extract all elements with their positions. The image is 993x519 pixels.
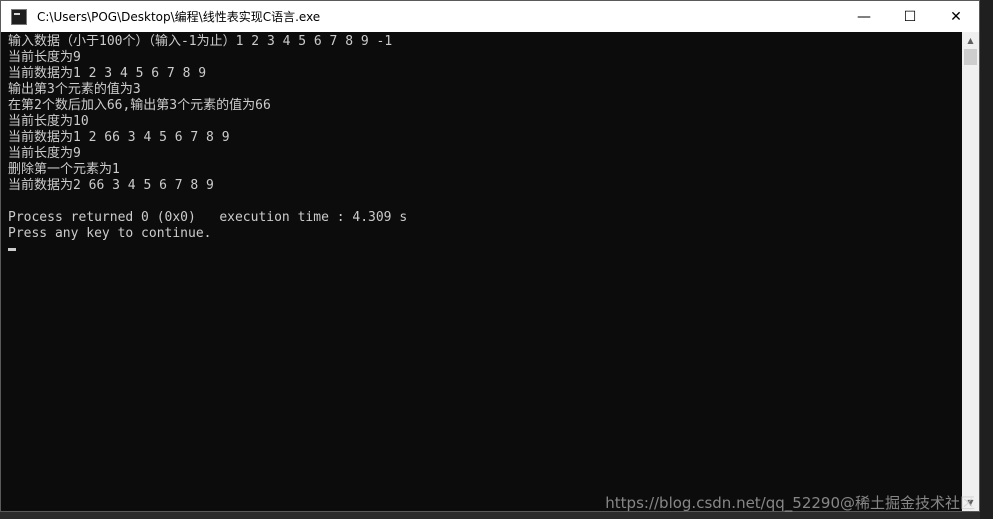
minimize-button[interactable]: — — [841, 1, 887, 32]
console-line: 当前长度为10 — [8, 114, 89, 129]
console-output: 输入数据（小于100个）（输入-1为止）1 2 3 4 5 6 7 8 9 -1… — [1, 32, 964, 258]
console-line: 在第2个数后加入66,输出第3个元素的值为66 — [8, 98, 271, 113]
console-line: 输入数据（小于100个）（输入-1为止）1 2 3 4 5 6 7 8 9 -1 — [8, 34, 393, 49]
text-cursor — [8, 248, 16, 251]
console-line: 当前数据为2 66 3 4 5 6 7 8 9 — [8, 178, 214, 193]
scroll-up-icon[interactable]: ▲ — [962, 32, 979, 49]
window-title: C:\Users\POG\Desktop\编程\线性表实现C语言.exe — [37, 10, 321, 24]
scroll-thumb[interactable] — [964, 49, 977, 65]
console-output-area[interactable]: 输入数据（小于100个）（输入-1为止）1 2 3 4 5 6 7 8 9 -1… — [1, 32, 964, 511]
background-editor-strip — [980, 0, 993, 519]
title-bar[interactable]: C:\Users\POG\Desktop\编程\线性表实现C语言.exe — ☐… — [1, 1, 979, 32]
window-controls: — ☐ ✕ — [841, 1, 979, 32]
console-line: 当前长度为9 — [8, 146, 81, 161]
vertical-scrollbar[interactable]: ▲ ▼ — [962, 32, 979, 511]
close-button[interactable]: ✕ — [933, 1, 979, 32]
console-line: 当前长度为9 — [8, 50, 81, 65]
console-line: 当前数据为1 2 66 3 4 5 6 7 8 9 — [8, 130, 230, 145]
console-line: Press any key to continue. — [8, 226, 212, 241]
console-window: C:\Users\POG\Desktop\编程\线性表实现C语言.exe — ☐… — [0, 0, 980, 512]
console-line: 删除第一个元素为1 — [8, 162, 120, 177]
maximize-button[interactable]: ☐ — [887, 1, 933, 32]
console-app-icon[interactable] — [11, 8, 27, 25]
watermark: https://blog.csdn.net/qq_52290@稀土掘金技术社区 — [605, 494, 975, 512]
console-line: Process returned 0 (0x0) execution time … — [8, 210, 408, 225]
console-line: 输出第3个元素的值为3 — [8, 82, 141, 97]
console-line: 当前数据为1 2 3 4 5 6 7 8 9 — [8, 66, 207, 81]
